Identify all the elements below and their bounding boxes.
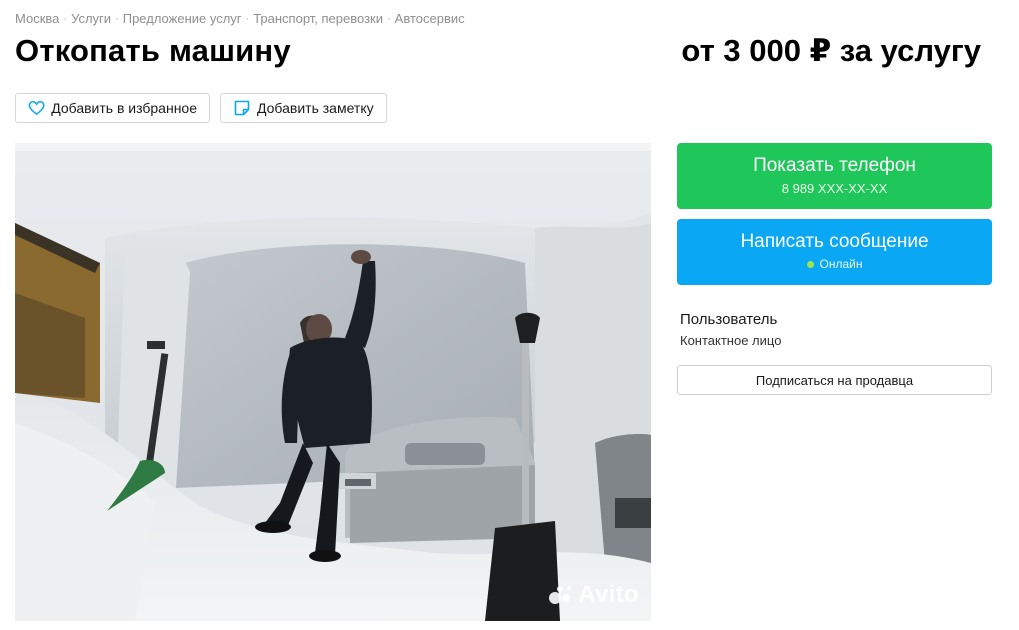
seller-role: Контактное лицо [680,333,782,348]
listing-photo-image [15,143,651,621]
breadcrumb-item-moscow[interactable]: Москва [15,11,59,26]
show-phone-label: Показать телефон [753,155,916,176]
phone-number-masked: 8 989 XXX-XX-XX [781,181,888,196]
breadcrumb-separator: · [245,12,250,25]
breadcrumb: Москва · Услуги · Предложение услуг · Тр… [15,11,465,26]
add-to-favorites-button[interactable]: Добавить в избранное [15,93,210,123]
breadcrumb-separator: · [63,12,68,25]
online-indicator-icon [806,260,814,268]
avito-logo-icon [549,586,572,604]
listing-price: от 3 000 ₽ за услугу [681,33,981,68]
heart-icon [28,101,45,116]
write-message-label: Написать сообщение [740,231,929,252]
add-note-label: Добавить заметку [257,100,374,116]
breadcrumb-item-transport[interactable]: Транспорт, перевозки [253,11,383,26]
listing-title: Откопать машину [15,33,291,68]
online-status-label: Онлайн [819,257,863,271]
avito-watermark: Avito [547,581,639,609]
subscribe-to-seller-button[interactable]: Подписаться на продавца [677,365,992,395]
add-to-favorites-label: Добавить в избранное [51,100,197,116]
breadcrumb-separator: · [387,12,391,25]
add-note-button[interactable]: Добавить заметку [220,93,387,123]
subscribe-to-seller-label: Подписаться на продавца [755,372,914,388]
breadcrumb-separator: · [115,12,119,25]
show-phone-button[interactable]: Показать телефон 8 989 XXX-XX-XX [677,143,992,209]
breadcrumb-item-services[interactable]: Услуги [71,11,111,26]
listing-photo[interactable]: Avito [15,143,651,621]
seller-name[interactable]: Пользователь [680,311,777,328]
avito-watermark-text: Avito [578,581,639,608]
online-status: Онлайн [677,257,992,271]
breadcrumb-item-autoservice[interactable]: Автосервис [395,11,465,26]
write-message-button[interactable]: Написать сообщение Онлайн [677,219,992,285]
breadcrumb-item-service-offers[interactable]: Предложение услуг [123,11,242,26]
note-icon [234,100,250,116]
